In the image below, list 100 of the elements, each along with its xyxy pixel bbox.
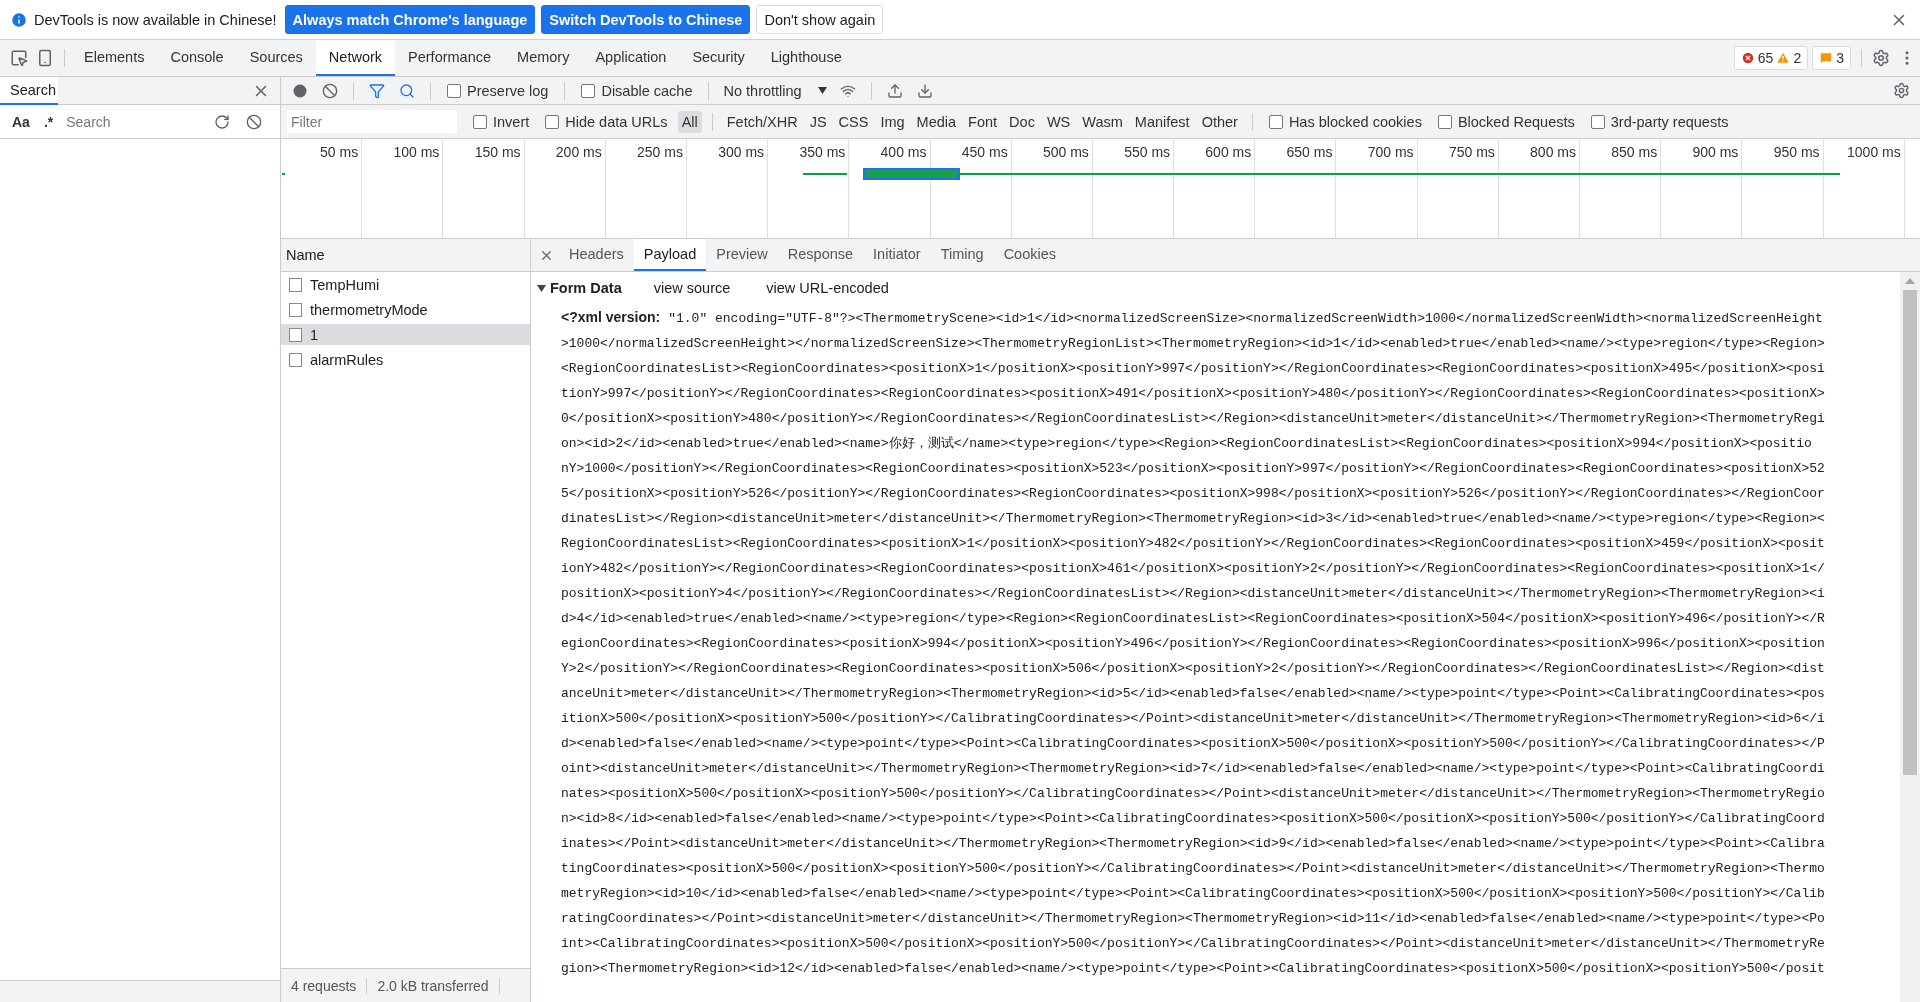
tick-label: 750 ms [1448, 144, 1495, 162]
issues-counter-button[interactable]: 3 [1812, 46, 1851, 70]
detail-tab[interactable]: Cookies [993, 239, 1067, 271]
type-filter-button[interactable]: Img [876, 110, 909, 133]
document-icon [289, 352, 302, 367]
detail-tab[interactable]: Timing [930, 239, 994, 271]
detail-tab[interactable]: Headers [559, 239, 634, 271]
tick-label: 650 ms [1286, 144, 1333, 162]
infobar-button[interactable]: Always match Chrome's language [284, 5, 536, 34]
request-row[interactable]: 1 [281, 324, 530, 345]
tick-label: 1000 ms [1847, 144, 1901, 162]
tick-label: 300 ms [718, 144, 765, 162]
drawer-tab[interactable]: Search [0, 76, 58, 105]
payload-line: 0</positionX><positionY>480</positionY></RegionCoordinates></RegionCoordinatesList></Region><distanceUnit>meter</distanceUnit></ThermometryRegion><ThermometryRegi [561, 410, 1826, 428]
panel-tab[interactable]: Network [315, 40, 396, 76]
panel-tab[interactable]: Lighthouse [757, 40, 855, 76]
detail-tab[interactable]: Initiator [863, 239, 931, 271]
payload-line: tingCoordinates><positionX>500</positionX><positionY>500</positionY></CalibratingCoordinates></Point><distanceUnit>meter</distanceUnit></ThermometryRegion><Thermo [561, 860, 1826, 878]
checkbox[interactable] [1268, 114, 1283, 129]
tick-label: 900 ms [1692, 144, 1739, 162]
request-name: 1 [310, 326, 319, 343]
type-filter-button[interactable]: Media [912, 110, 961, 133]
warning-icon [1776, 51, 1791, 65]
document-icon [289, 302, 302, 317]
payload-line: egionCoordinates><RegionCoordinates><positionX>994</positionX><positionY>496</positionY></RegionCoordinates><RegionCoordinates><positionX>996</positionX><position [561, 635, 1826, 653]
tick-label: 150 ms [474, 144, 521, 162]
throttling-dropdown[interactable]: No throttling [719, 82, 831, 99]
tick-label: 350 ms [799, 144, 846, 162]
regex-toggle[interactable]: .* [39, 113, 58, 130]
filter-field[interactable]: Filter [287, 110, 457, 133]
infobar-button[interactable]: Don't show again [756, 5, 884, 34]
checkbox-label: Has blocked cookies [1288, 113, 1422, 130]
detail-tab[interactable]: Preview [706, 239, 778, 271]
tick-label: 850 ms [1611, 144, 1658, 162]
payload-line: ionY>482</positionY></RegionCoordinates><RegionCoordinates><positionX>461</positionX><positionY>2</positionY></RegionCoordinates><RegionCoordinates><positionX>1</ [561, 560, 1826, 578]
type-filter-button[interactable]: Font [964, 110, 1002, 133]
type-filter-button[interactable]: All [677, 110, 702, 133]
checkbox-label: Invert [493, 113, 530, 130]
panel-tab[interactable]: Application [582, 40, 680, 76]
checkbox-label: 3rd-party requests [1610, 113, 1729, 130]
type-filter-button[interactable]: JS [805, 110, 831, 133]
tick-label: 550 ms [1124, 144, 1171, 162]
type-filter-button[interactable]: Manifest [1130, 110, 1194, 133]
payload-line: tionY>997</positionY></RegionCoordinates><RegionCoordinates><positionX>491</positionX><positionY>480</positionY></RegionCoordinates><RegionCoordinates><positionX> [561, 385, 1826, 403]
tick-label: 50 ms [320, 144, 359, 162]
type-filter-button[interactable]: Wasm [1078, 110, 1127, 133]
error-icon [1740, 51, 1755, 65]
checkbox[interactable] [1590, 114, 1605, 129]
payload-line: 5</positionX><positionY>526</positionY></RegionCoordinates><RegionCoordinates><positionX>998</positionX><positionY>526</positionY></RegionCoordinates></RegionCoor [561, 485, 1826, 503]
payload-key: <?xml version: [561, 309, 661, 325]
infobar-message: DevTools is now available in Chinese! [34, 11, 277, 28]
panel-tab[interactable]: Sources [236, 40, 316, 76]
section-toggle[interactable]: Form Data [537, 280, 622, 296]
detail-tab[interactable]: Payload [633, 239, 707, 271]
type-filter-button[interactable]: Other [1197, 110, 1242, 133]
checkbox[interactable] [447, 83, 461, 98]
type-filter-button[interactable]: Doc [1005, 110, 1039, 133]
panel-tab[interactable]: Performance [395, 40, 505, 76]
detail-tab[interactable]: Response [777, 239, 864, 271]
status-text: 4 requests [281, 977, 368, 994]
panel-tab[interactable]: Console [157, 40, 237, 76]
checkbox[interactable] [545, 114, 560, 129]
checkbox[interactable] [581, 83, 596, 98]
payload-line: oint><distanceUnit>meter</distanceUnit></ThermometryRegion><ThermometryRegion><id>7</id><enabled>false</enabled><name/><type>point</type><Point><CalibratingCoordi [561, 760, 1826, 778]
payload-line: positionX><positionY>4</positionY></RegionCoordinates></RegionCoordinatesList></Region><distanceUnit>meter</distanceUnit></ThermometryRegion><ThermometryRegion><i [561, 585, 1826, 603]
console-counter-button[interactable]: 65 2 [1733, 46, 1809, 70]
tick-label: 950 ms [1773, 144, 1820, 162]
payload-line: ratingCoordinates></Point><distanceUnit>meter</distanceUnit></ThermometryRegion><ThermometryRegion><id>11</id><enabled>false</enabled><name/><type>point</type><Po [561, 910, 1826, 928]
type-filter-button[interactable]: CSS [834, 110, 873, 133]
tick-label: 500 ms [1042, 144, 1089, 162]
infobar-button[interactable]: Switch DevTools to Chinese [541, 5, 751, 34]
scrollbar[interactable] [1900, 272, 1920, 1002]
column-header[interactable]: Name [281, 239, 530, 272]
payload-line: itionX>500</positionX><positionY>500</positionY></CalibratingCoordinates></Point><distanceUnit>meter</distanceUnit></ThermometryRegion><ThermometryRegion><id>6</i [561, 710, 1826, 728]
payload-line: metryRegion><id>10</id><enabled>false</enabled><name/><type>point</type><Point><CalibratingCoordinates><positionX>500</positionX><positionY>500</positionY></Calib [561, 885, 1826, 903]
checkbox[interactable] [473, 114, 487, 129]
checkbox[interactable] [1437, 114, 1452, 129]
message-icon [1819, 51, 1834, 65]
tick-label: 450 ms [961, 144, 1008, 162]
tick-label: 250 ms [637, 144, 683, 162]
info-icon [10, 10, 28, 29]
request-name: TempHumi [310, 276, 380, 293]
match-case-toggle[interactable]: Aa [8, 113, 34, 130]
payload-line: gion><ThermometryRegion><id>12</id><enabled>false</enabled><name/><type>point</type><Point><CalibratingCoordinates><positionX>500</positionX><positionY>500</posit [561, 960, 1826, 978]
tick-label: 100 ms [393, 144, 440, 162]
type-filter-button[interactable]: Fetch/XHR [722, 110, 802, 133]
checkbox-label: Hide data URLs [565, 113, 668, 130]
panel-tab[interactable]: Elements [71, 40, 158, 76]
checkbox-label: Blocked Requests [1457, 113, 1575, 130]
view-link[interactable]: view URL-encoded [762, 280, 893, 296]
panel-tab[interactable]: Security [679, 40, 758, 76]
payload-line: "1.0" encoding="UTF-8"?><ThermometryScene><id>1</id><normalizedScreenSize><normalizedScreenWidth>1000</normalizedScreenWidth><normalizedScreenHeight [668, 310, 1823, 328]
payload-line: anceUnit>meter</distanceUnit></ThermometryRegion><ThermometryRegion><id>5</id><enabled>false</enabled><name/><type>point</type><Point><CalibratingCoordinates><pos [561, 685, 1826, 703]
tick-label: 600 ms [1205, 144, 1252, 162]
panel-tab[interactable]: Memory [504, 40, 583, 76]
checkbox-label: Preserve log [467, 82, 549, 99]
payload-line: d><enabled>false</enabled><name/><type>point</type><Point><CalibratingCoordinates><positionX>500</positionX><positionY>500</positionY></CalibratingCoordinates></P [561, 735, 1826, 753]
payload-line: on><id>2</id><enabled>true</enabled><name>你好，测试</name><type>region</type><Region><RegionCoordinatesList><RegionCoordinates><positionX>994</positionX><positio [561, 435, 1813, 453]
type-filter-button[interactable]: WS [1042, 110, 1075, 133]
view-link[interactable]: view source [649, 280, 735, 296]
